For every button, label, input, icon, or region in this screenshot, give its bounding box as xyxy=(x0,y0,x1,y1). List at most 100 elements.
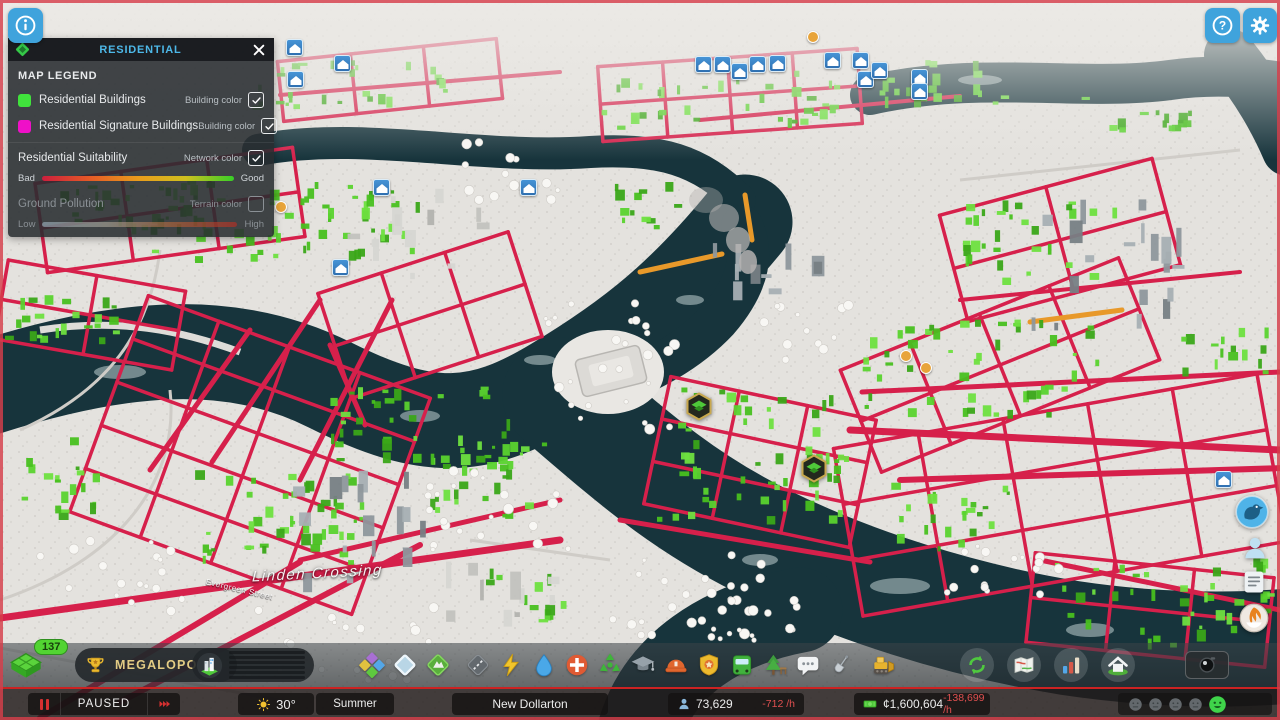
money-value: ¢1,600,604 xyxy=(883,697,944,711)
roads-icon xyxy=(465,652,491,678)
pause-button[interactable] xyxy=(28,693,60,715)
followers-button[interactable] xyxy=(1241,534,1269,562)
healthcare-tool-button[interactable] xyxy=(564,652,590,678)
info-views-tool-button[interactable] xyxy=(1007,648,1041,682)
landscaping-icon xyxy=(425,652,451,678)
garbage-tool-button[interactable] xyxy=(597,652,623,678)
fire-rescue-tool-button[interactable] xyxy=(663,652,689,678)
city-info-tool-button[interactable] xyxy=(1101,648,1135,682)
population-value: 73,629 xyxy=(696,697,733,711)
svg-text:?: ? xyxy=(1219,19,1226,33)
demand-bar xyxy=(229,675,305,680)
gradient-bar xyxy=(41,176,234,181)
legend-checkbox[interactable] xyxy=(248,150,264,166)
close-icon[interactable] xyxy=(251,42,267,58)
fast-forward-button[interactable] xyxy=(147,693,180,715)
legend-mode-label: Building color xyxy=(198,120,256,132)
legend-gradient-scale: Bad Good xyxy=(8,171,274,191)
legend-row: Residential Signature Buildings Building … xyxy=(8,113,278,139)
landscaping-tool-button[interactable] xyxy=(425,652,451,678)
legend-checkbox[interactable] xyxy=(248,196,264,212)
legend-mode-label: Network color xyxy=(183,152,242,164)
bulldozer-tool-button[interactable] xyxy=(870,652,896,678)
chirper-button[interactable] xyxy=(1235,495,1269,529)
simulation-controls: PAUSED xyxy=(28,693,180,715)
education-icon xyxy=(630,652,656,678)
legend-row: Residential Buildings Building color xyxy=(8,87,274,113)
status-bar: PAUSED 30° Summer New Dollarton 73,629 -… xyxy=(0,687,1280,720)
demand-bar xyxy=(229,660,305,665)
scale-min-label: Low xyxy=(18,219,36,230)
legend-checkbox[interactable] xyxy=(248,92,264,108)
info-views-icon xyxy=(1012,653,1036,677)
electricity-icon xyxy=(498,652,524,678)
demand-buildings-icon xyxy=(196,652,223,679)
photo-mode-icon xyxy=(1196,654,1218,676)
parks-recreation-tool-button[interactable] xyxy=(762,652,788,678)
neutral-face-icon xyxy=(1128,697,1143,712)
areas-icon xyxy=(392,652,418,678)
terraforming-tool-button[interactable] xyxy=(828,652,854,678)
population-widget[interactable]: 73,629 -712 /h xyxy=(668,693,804,715)
help-button[interactable]: ? xyxy=(1205,8,1240,43)
milestone-level-badge[interactable]: 137 xyxy=(8,639,69,687)
water-sewage-icon xyxy=(531,652,557,678)
communications-tool-button[interactable] xyxy=(795,652,821,678)
legend-label: Ground Pollution xyxy=(18,198,104,210)
city-tiles-icon xyxy=(10,651,42,683)
legend-mode-label: Building color xyxy=(184,94,242,106)
legend-rows: Residential Buildings Building color Resid… xyxy=(8,87,278,237)
terraforming-icon xyxy=(828,652,854,678)
demand-bar xyxy=(229,665,305,670)
legend-checkbox[interactable] xyxy=(261,118,278,134)
legend-gradient-scale: Low High xyxy=(8,217,274,237)
demand-bar xyxy=(229,655,305,660)
legend-swatch xyxy=(18,119,31,133)
progression-icon xyxy=(965,653,989,677)
radio-icon xyxy=(1239,603,1269,633)
happiness-widget[interactable] xyxy=(1118,693,1272,715)
zoning-demand-widget[interactable] xyxy=(192,648,314,682)
progression-tool-button[interactable] xyxy=(960,648,994,682)
police-tool-button[interactable] xyxy=(696,652,722,678)
trophy-icon xyxy=(85,655,106,676)
transportation-tool-button[interactable] xyxy=(729,652,755,678)
communications-icon xyxy=(795,652,821,678)
legend-row: Ground Pollution Terrain color xyxy=(8,191,274,217)
scale-max-label: High xyxy=(244,219,264,230)
scale-min-label: Bad xyxy=(18,173,35,184)
demand-bars xyxy=(229,650,305,680)
transportation-icon xyxy=(729,652,755,678)
gear-icon xyxy=(1249,14,1271,37)
settings-button[interactable] xyxy=(1243,8,1277,43)
info-button[interactable] xyxy=(8,8,43,43)
statistics-tool-button[interactable] xyxy=(1054,648,1088,682)
money-widget[interactable]: ¢1,600,604 -138,699 /h xyxy=(854,692,990,716)
radio-button[interactable] xyxy=(1239,603,1269,633)
temperature-widget[interactable]: 30° xyxy=(238,693,314,715)
legend-swatch xyxy=(18,93,31,107)
education-tool-button[interactable] xyxy=(630,652,656,678)
fast-forward-icon xyxy=(159,701,170,707)
population-rate: -712 /h xyxy=(762,698,795,710)
electricity-tool-button[interactable] xyxy=(498,652,524,678)
areas-tool-button[interactable] xyxy=(392,652,418,678)
photo-mode-tool-button[interactable] xyxy=(1185,651,1229,679)
simulation-state-label: PAUSED xyxy=(60,693,147,715)
garbage-icon xyxy=(597,652,623,678)
city-name-widget[interactable]: New Dollarton xyxy=(452,693,608,715)
money-rate: -138,699 /h xyxy=(943,692,985,716)
journal-button[interactable] xyxy=(1240,568,1268,596)
scale-max-label: Good xyxy=(240,173,264,184)
legend-row: Residential Suitability Network color xyxy=(8,142,274,171)
water-sewage-tool-button[interactable] xyxy=(531,652,557,678)
followers-icon xyxy=(1241,534,1269,562)
neutral-face-icon xyxy=(1148,697,1163,712)
zoning-tool-button[interactable] xyxy=(359,652,385,678)
journal-icon xyxy=(1240,568,1268,596)
city-name: New Dollarton xyxy=(492,697,568,711)
roads-tool-button[interactable] xyxy=(465,652,491,678)
season-widget[interactable]: Summer xyxy=(316,693,394,715)
bulldozer-icon xyxy=(870,652,896,678)
season-label: Summer xyxy=(333,698,377,710)
